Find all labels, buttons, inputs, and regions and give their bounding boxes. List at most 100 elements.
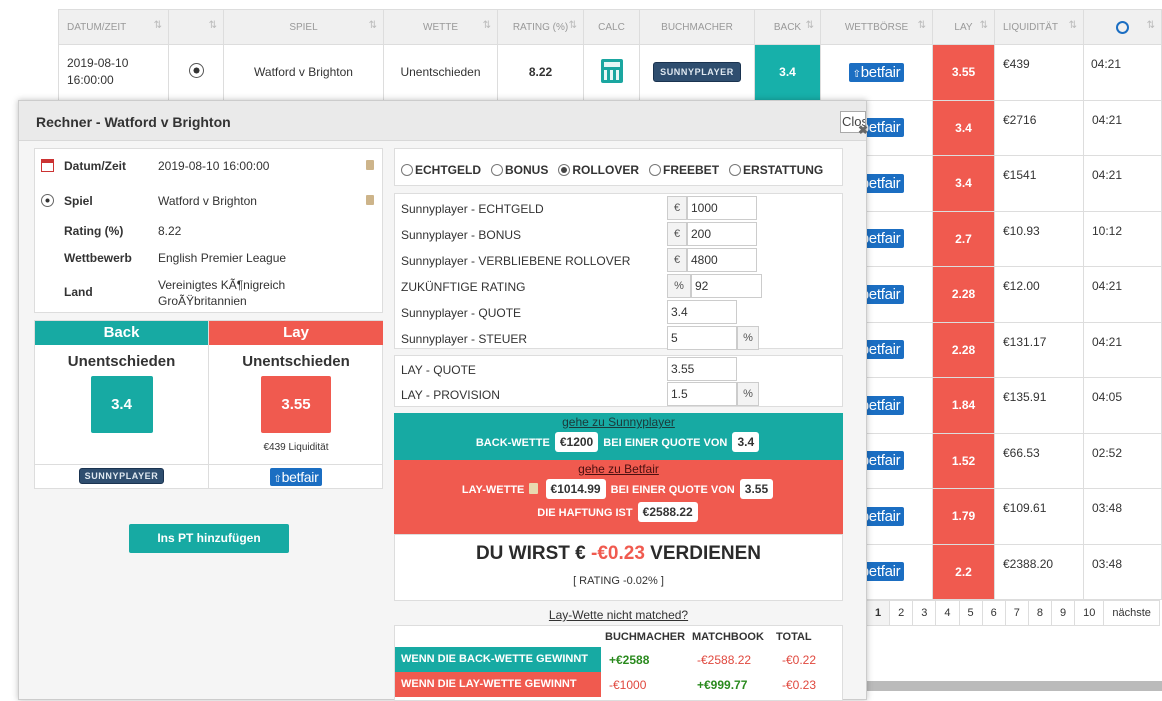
time-cell: 04:21 [1083, 266, 1162, 323]
lay-odds-cell[interactable]: 2.28 [932, 321, 995, 378]
radio-button[interactable] [649, 164, 662, 176]
close-icon[interactable]: ✖ [858, 123, 868, 137]
profit-summary: DU WIRST € -€0.23 VERDIENEN [ RATING -0.… [394, 534, 843, 601]
radio-button[interactable] [729, 164, 742, 176]
radio-button[interactable] [491, 164, 503, 176]
back-odds-cell[interactable]: 3.4 [754, 44, 821, 101]
header-datetime[interactable]: DATUM/ZEIT ⇅ [58, 9, 169, 45]
lay-selection: Unentschieden [242, 353, 350, 370]
info-competition: Wettbewerb English Premier League [35, 251, 382, 271]
pagination: 1 2 3 4 5 6 7 8 9 10 nächste [866, 600, 1160, 626]
page-button[interactable]: 3 [913, 601, 937, 625]
bookmaker-logo[interactable]: SUNNYPLAYER [35, 464, 208, 488]
go-to-exchange-link[interactable]: gehe zu Betfair [394, 460, 843, 476]
radio-rollover[interactable]: ROLLOVER [558, 163, 639, 177]
lay-odds-cell[interactable]: 1.84 [932, 377, 995, 434]
lay-odds-cell[interactable]: 2.28 [932, 266, 995, 323]
future-rating-input[interactable]: 92 [691, 274, 762, 298]
exchange-inputs: LAY - QUOTE 3.55 LAY - PROVISION 1.5 % [394, 355, 843, 407]
match-cell[interactable]: Watford v Brighton [223, 44, 384, 101]
lay-odds-cell[interactable]: 1.52 [932, 432, 995, 489]
header-time[interactable]: ⇅ [1083, 9, 1162, 45]
page-button[interactable]: 7 [1006, 601, 1029, 625]
page-button[interactable]: 8 [1029, 601, 1052, 625]
lay-odds-cell[interactable]: 1.79 [932, 488, 995, 545]
sort-icon[interactable]: ⇅ [483, 20, 491, 31]
page-button[interactable]: 6 [983, 601, 1006, 625]
radio-button[interactable] [558, 164, 571, 176]
header-bookmaker[interactable]: BUCHMACHER [639, 9, 755, 45]
radio-erstattung[interactable]: ERSTATTUNG [729, 163, 823, 177]
lay-odds-cell[interactable]: 3.55 [932, 44, 995, 101]
calculator-icon[interactable] [583, 44, 640, 101]
radio-bonus[interactable]: BONUS [491, 163, 548, 177]
go-to-bookmaker-link[interactable]: gehe zu Sunnyplayer [394, 413, 843, 429]
page-button[interactable]: 2 [890, 601, 914, 625]
header-calc[interactable]: CALC [583, 9, 640, 45]
bonus-input[interactable]: 200 [687, 222, 757, 246]
page-button[interactable]: 1 [867, 601, 891, 625]
info-datetime: Datum/Zeit 2019-08-10 16:00:00 [35, 159, 382, 179]
sort-icon[interactable]: ⇅ [569, 20, 577, 31]
header-rating[interactable]: RATING (%) ⇅ [497, 9, 584, 45]
header-liquidity[interactable]: LIQUIDITÄT ⇅ [994, 9, 1084, 45]
sort-icon[interactable]: ⇅ [980, 20, 988, 31]
header-bet[interactable]: WETTE ⇅ [383, 9, 498, 45]
results-row-back-wins: WENN DIE BACK-WETTE GEWINNT +€2588 -€258… [395, 647, 842, 672]
page-button[interactable]: 5 [960, 601, 983, 625]
soccer-ball-icon [168, 44, 224, 101]
real-money-input[interactable]: 1000 [687, 196, 757, 220]
exchange-logo[interactable]: ⇧betfair [820, 44, 933, 101]
exchange-logo[interactable]: ⇧betfair [209, 464, 383, 488]
sort-icon[interactable]: ⇅ [369, 20, 377, 31]
page-button[interactable]: 9 [1052, 601, 1076, 625]
radio-echtgeld[interactable]: ECHTGELD [401, 163, 481, 177]
quote-input[interactable]: 3.4 [667, 300, 737, 324]
time-cell: 04:05 [1083, 377, 1162, 434]
commission-input[interactable]: 1.5 [667, 382, 737, 406]
radio-freebet[interactable]: FREEBET [649, 163, 719, 177]
lay-quote-input[interactable]: 3.55 [667, 357, 737, 381]
sort-icon[interactable]: ⇅ [806, 20, 814, 31]
page-button[interactable]: 4 [936, 601, 960, 625]
header-match[interactable]: SPIEL ⇅ [223, 9, 384, 45]
betfair-logo: ⇧betfair [848, 62, 905, 82]
copy-icon[interactable] [366, 195, 374, 205]
header-lay[interactable]: LAY ⇅ [932, 9, 995, 45]
scroll-strip [866, 681, 1162, 691]
tax-input[interactable]: 5 [667, 326, 737, 350]
sort-icon[interactable]: ⇅ [209, 20, 217, 31]
header-exchange[interactable]: WETTBÖRSE ⇅ [820, 9, 933, 45]
bookmaker-logo[interactable]: SUNNYPLAYER [639, 44, 755, 101]
results-col-bookmaker: BUCHMACHER [605, 631, 686, 643]
result-matchbook: -€2588.22 [697, 653, 752, 667]
lay-odds[interactable]: 3.55 [261, 376, 331, 433]
radio-button[interactable] [401, 164, 413, 176]
lay-odds-cell[interactable]: 2.2 [932, 543, 995, 600]
next-page-button[interactable]: nächste [1104, 601, 1159, 625]
sort-icon[interactable]: ⇅ [918, 20, 926, 31]
lay-odds-cell[interactable]: 3.4 [932, 99, 995, 156]
copy-icon[interactable] [366, 160, 374, 170]
back-odds[interactable]: 3.4 [90, 376, 153, 433]
sort-icon[interactable]: ⇅ [1147, 20, 1155, 31]
sunnyplayer-logo: SUNNYPLAYER [78, 468, 165, 484]
sort-icon[interactable]: ⇅ [154, 20, 162, 31]
page-button[interactable]: 10 [1075, 601, 1105, 625]
rollover-input[interactable]: 4800 [687, 248, 757, 272]
clipboard-icon[interactable] [529, 483, 539, 494]
table-row[interactable]: 2019-08-10 16:00:00 Watford v Brighton U… [58, 44, 1162, 101]
liquidity-cell: €131.17 [994, 321, 1084, 378]
sort-icon[interactable]: ⇅ [1069, 20, 1077, 31]
euro-addon: € [667, 248, 687, 272]
lay-odds-cell[interactable]: 3.4 [932, 155, 995, 212]
lay-bet-label: LAY-WETTE [461, 484, 525, 496]
lay-odds-cell[interactable]: 2.7 [932, 210, 995, 267]
info-label: Datum/Zeit [64, 159, 127, 173]
liquidity-cell: €439 [994, 44, 1084, 101]
add-to-pt-button[interactable]: Ins PT hinzufügen [129, 524, 289, 553]
header-sport[interactable]: ⇅ [168, 9, 224, 45]
header-back[interactable]: BACK ⇅ [754, 9, 821, 45]
info-label: Spiel [64, 194, 93, 208]
lay-not-matched-link[interactable]: Lay-Wette nicht matched? [394, 608, 843, 622]
